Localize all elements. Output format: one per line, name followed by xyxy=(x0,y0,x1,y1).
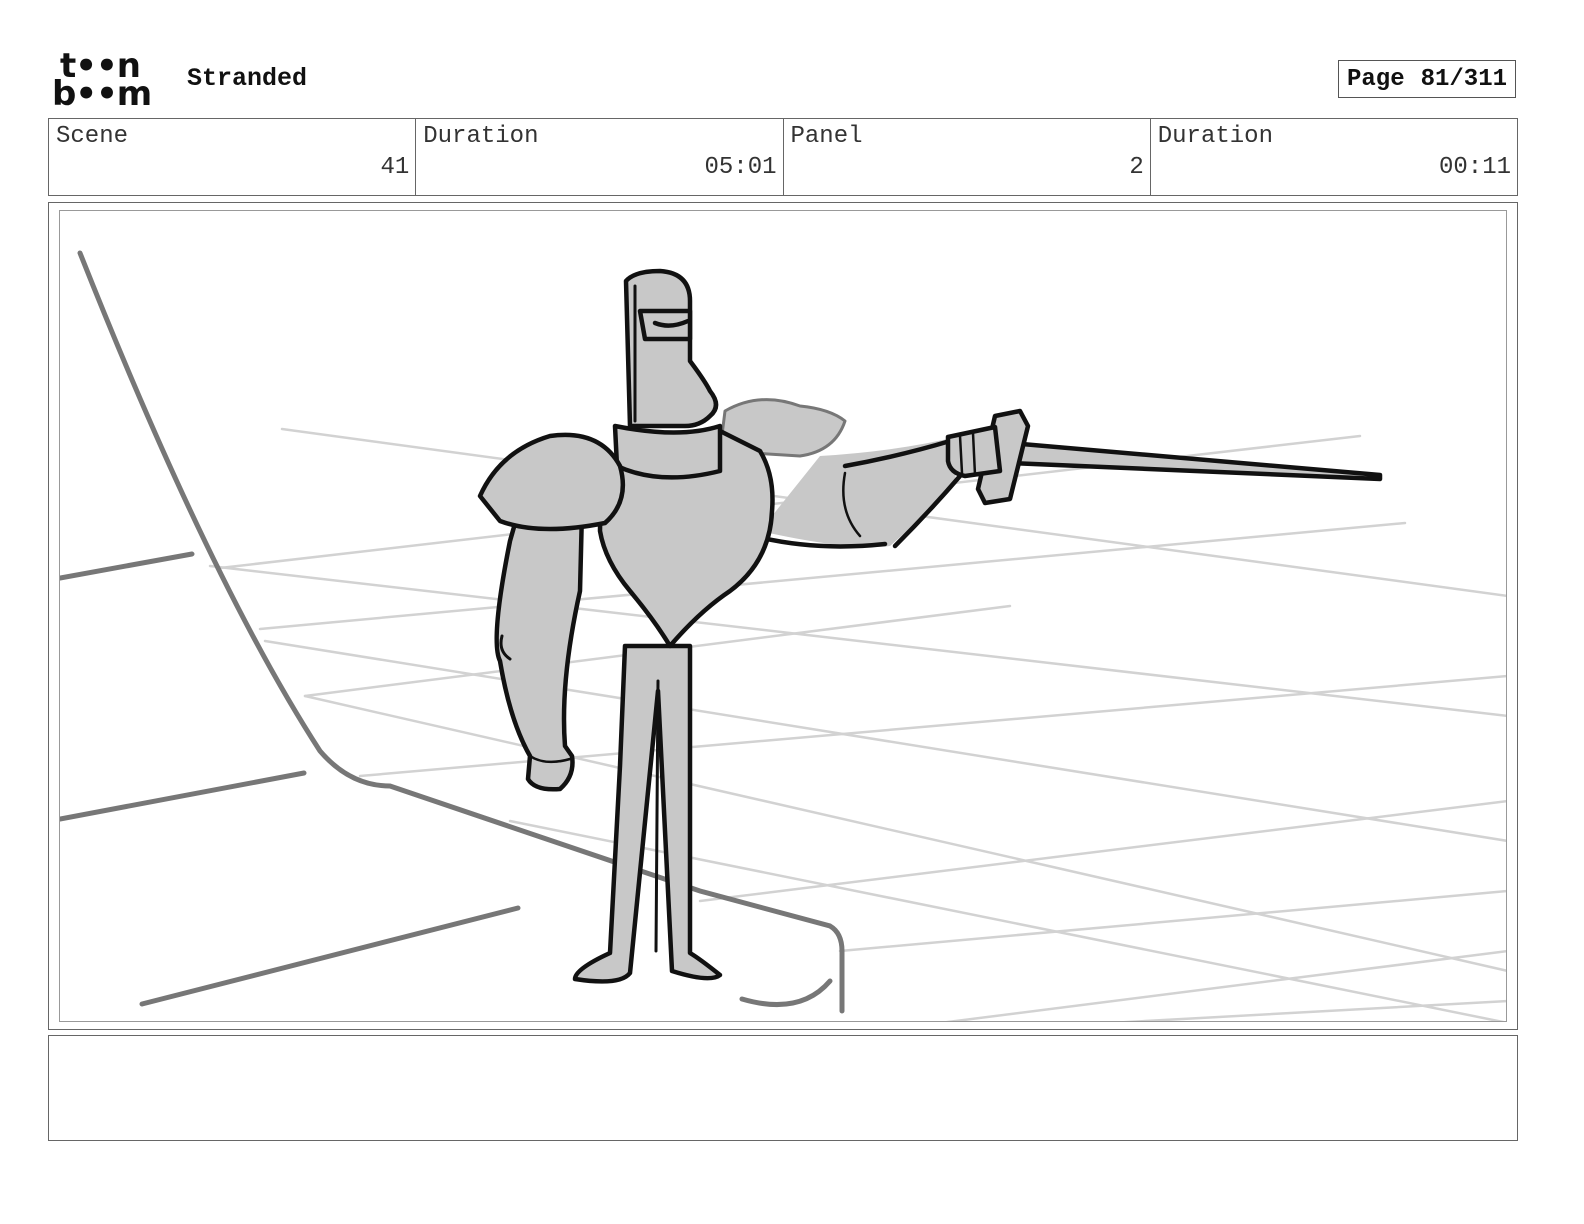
page-indicator: Page 81/311 xyxy=(1338,60,1516,98)
panel-info-row: Scene 41 Duration 05:01 Panel 2 Duration… xyxy=(48,118,1518,196)
back-arm xyxy=(494,503,585,792)
panel-cell: Panel 2 xyxy=(784,119,1151,195)
panel-duration-value: 00:11 xyxy=(1438,154,1511,181)
logo-text-bottom: b••m xyxy=(52,74,152,114)
sword-blade xyxy=(1007,440,1383,482)
storyboard-sketch xyxy=(60,250,1506,1021)
platform-edges xyxy=(60,250,845,1014)
page-number: 81/311 xyxy=(1420,65,1507,93)
storyboard-drawing-area xyxy=(59,210,1507,1022)
shoulder-pauldron xyxy=(477,432,626,532)
scene-cell: Scene 41 xyxy=(49,119,417,195)
panel-label: Panel xyxy=(790,123,863,150)
storyboard-panel-frame xyxy=(48,202,1518,1030)
project-title: Stranded xyxy=(187,64,308,93)
scene-duration-label: Duration xyxy=(423,123,539,150)
panel-value: 2 xyxy=(1129,154,1144,181)
legs xyxy=(572,643,723,984)
panel-duration-label: Duration xyxy=(1157,123,1273,150)
panel-notes-box xyxy=(48,1035,1518,1141)
panel-duration-cell: Duration 00:11 xyxy=(1151,119,1517,195)
toonboom-logo: t••n b••m xyxy=(52,49,164,114)
helmet xyxy=(623,268,719,429)
scene-duration-value: 05:01 xyxy=(704,154,777,181)
page-label: Page xyxy=(1347,65,1405,93)
scene-value: 41 xyxy=(380,154,410,181)
scene-duration-cell: Duration 05:01 xyxy=(416,119,784,195)
knight-figure xyxy=(477,268,1383,984)
collar xyxy=(612,423,723,480)
scene-label: Scene xyxy=(56,123,129,150)
